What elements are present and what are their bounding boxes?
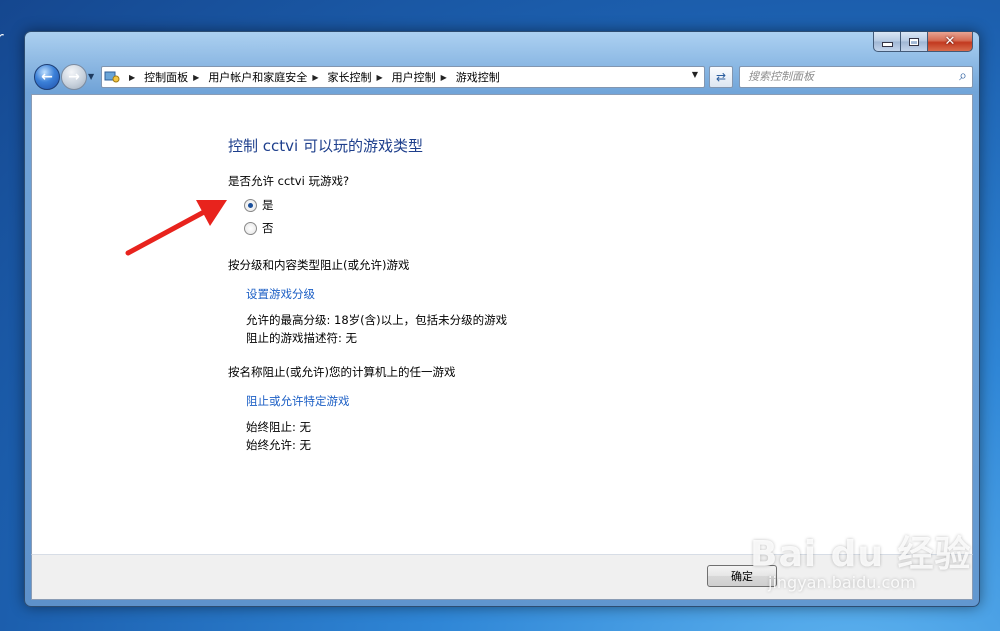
search-icon[interactable]: ⌕	[959, 68, 967, 84]
max-rating-text: 允许的最高分级: 18岁(含)以上，包括未分级的游戏	[246, 313, 508, 327]
back-button[interactable]: ←	[34, 64, 60, 90]
breadcrumb-game-controls[interactable]: 游戏控制	[456, 69, 500, 85]
address-history-dropdown[interactable]: ▼	[692, 70, 698, 79]
radio-no-row[interactable]: 否	[244, 220, 274, 236]
refresh-button[interactable]: ⇄	[709, 66, 733, 88]
name-section-heading: 按名称阻止(或允许)您的计算机上的任一游戏	[228, 365, 456, 379]
forward-button[interactable]: →	[61, 64, 87, 90]
navigation-bar: ← → ▼ ▶ 控制面板 ▶ 用户帐户和家庭安全 ▶ 家长控制 ▶ 用户控制 ▶…	[31, 61, 973, 93]
radio-no-label[interactable]: 否	[262, 220, 274, 236]
back-arrow-icon: ←	[41, 69, 53, 85]
rating-section-heading: 按分级和内容类型阻止(或允许)游戏	[228, 258, 410, 272]
breadcrumb-separator-icon: ▶	[129, 72, 136, 82]
always-allow-text: 始终允许: 无	[246, 438, 312, 452]
watermark-logo: Bai du 经验	[750, 534, 972, 575]
refresh-icon: ⇄	[715, 70, 727, 84]
breadcrumb-user-accounts[interactable]: 用户帐户和家庭安全	[208, 69, 307, 85]
forward-arrow-icon: →	[68, 69, 80, 85]
radio-yes[interactable]	[244, 198, 257, 212]
radio-no[interactable]	[244, 221, 257, 235]
close-button[interactable]: ✕	[928, 32, 973, 52]
baidu-watermark: Bai du 经验 jingyan.baidu.com	[750, 525, 972, 592]
chevron-down-icon: ▼	[88, 72, 95, 81]
address-bar[interactable]: ▶ 控制面板 ▶ 用户帐户和家庭安全 ▶ 家长控制 ▶ 用户控制 ▶ 游戏控制 …	[101, 66, 705, 88]
close-icon: ✕	[944, 34, 956, 49]
window-controls: ✕	[873, 32, 973, 52]
page-title: 控制 cctvi 可以玩的游戏类型	[228, 137, 423, 155]
breadcrumb-separator-icon[interactable]: ▶	[376, 73, 382, 82]
control-panel-icon	[104, 70, 120, 84]
breadcrumb-separator-icon[interactable]: ▶	[193, 73, 199, 82]
allow-games-question: 是否允许 cctvi 玩游戏?	[228, 174, 350, 188]
block-specific-games-link[interactable]: 阻止或允许特定游戏	[246, 393, 350, 409]
minimize-icon	[881, 42, 893, 47]
always-block-text: 始终阻止: 无	[246, 420, 312, 434]
desktop-edge-glyph: r	[0, 28, 4, 47]
control-panel-window: ✕ ← → ▼ ▶ 控制面板 ▶ 用户帐户和家庭安全 ▶ 家长控制 ▶ 用户控制…	[24, 31, 980, 607]
radio-yes-label[interactable]: 是	[262, 197, 274, 213]
breadcrumb-separator-icon[interactable]: ▶	[441, 73, 447, 82]
breadcrumb-separator-icon[interactable]: ▶	[312, 73, 318, 82]
breadcrumb-user-controls[interactable]: 用户控制	[392, 69, 436, 85]
breadcrumb-parental-controls[interactable]: 家长控制	[327, 69, 371, 85]
main-content: 控制 cctvi 可以玩的游戏类型 是否允许 cctvi 玩游戏? 是 否 按分…	[31, 94, 973, 555]
breadcrumb-control-panel[interactable]: 控制面板	[144, 69, 188, 85]
maximize-icon	[909, 37, 919, 46]
search-box[interactable]: ⌕	[739, 66, 973, 88]
search-input[interactable]	[740, 67, 943, 85]
recent-pages-dropdown[interactable]: ▼	[88, 72, 94, 81]
set-game-ratings-link[interactable]: 设置游戏分级	[246, 286, 315, 302]
desktop-background: r	[0, 0, 26, 631]
radio-yes-row[interactable]: 是	[244, 197, 274, 213]
blocked-descriptors-text: 阻止的游戏描述符: 无	[246, 331, 358, 345]
minimize-button[interactable]	[873, 32, 901, 52]
maximize-button[interactable]	[901, 32, 928, 52]
annotation-arrow-icon	[125, 200, 227, 256]
